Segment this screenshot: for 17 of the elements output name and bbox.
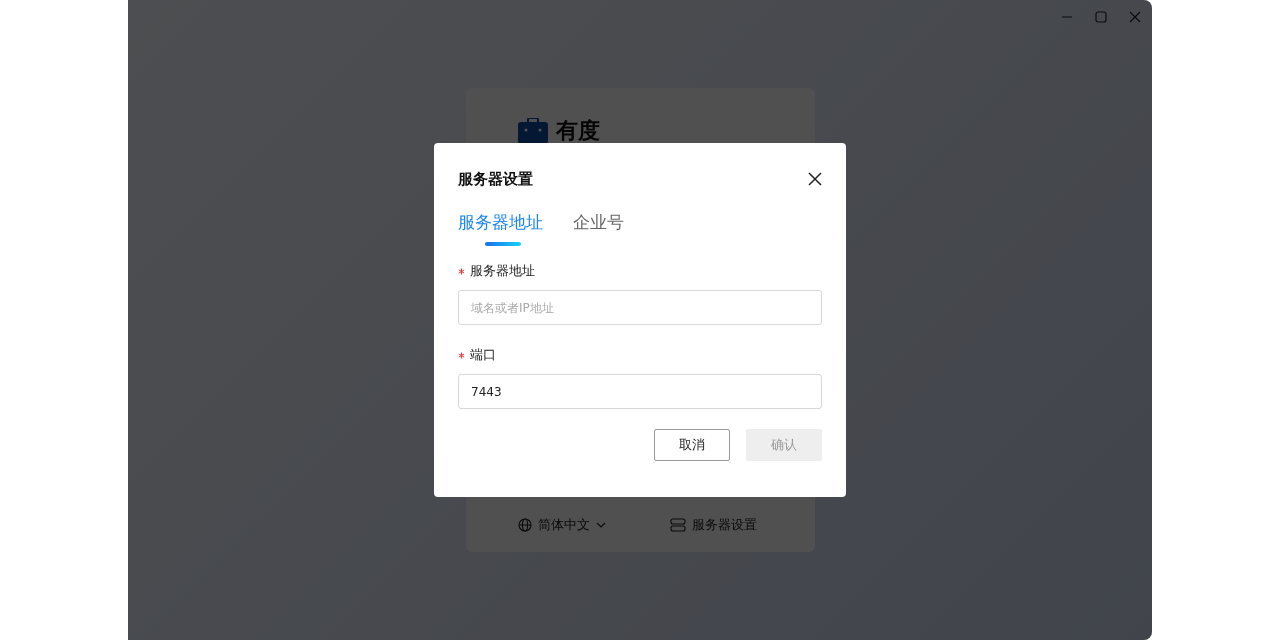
dialog-title: 服务器设置 xyxy=(458,169,533,189)
chevron-down-icon[interactable] xyxy=(595,522,606,528)
maximize-icon[interactable] xyxy=(1095,11,1107,23)
server-icon xyxy=(669,518,686,532)
tab-indicator xyxy=(485,242,521,246)
server-settings-link[interactable]: 服务器设置 xyxy=(691,516,757,534)
input-field[interactable]: 域名或者IP地址 xyxy=(458,290,822,325)
globe-icon xyxy=(517,518,532,532)
cancel-button[interactable]: 取消 xyxy=(654,429,730,461)
input-field[interactable]: 7443 xyxy=(458,374,822,409)
brand-name: 有度 xyxy=(555,117,600,145)
tab[interactable]: 企业号 xyxy=(573,211,624,237)
tab[interactable]: 服务器地址 xyxy=(458,211,543,237)
language-selector[interactable]: 简体中文 xyxy=(537,516,590,534)
field-label: 服务器地址 xyxy=(470,262,535,280)
close-icon[interactable] xyxy=(808,172,822,186)
field-label: 端口 xyxy=(470,346,496,364)
